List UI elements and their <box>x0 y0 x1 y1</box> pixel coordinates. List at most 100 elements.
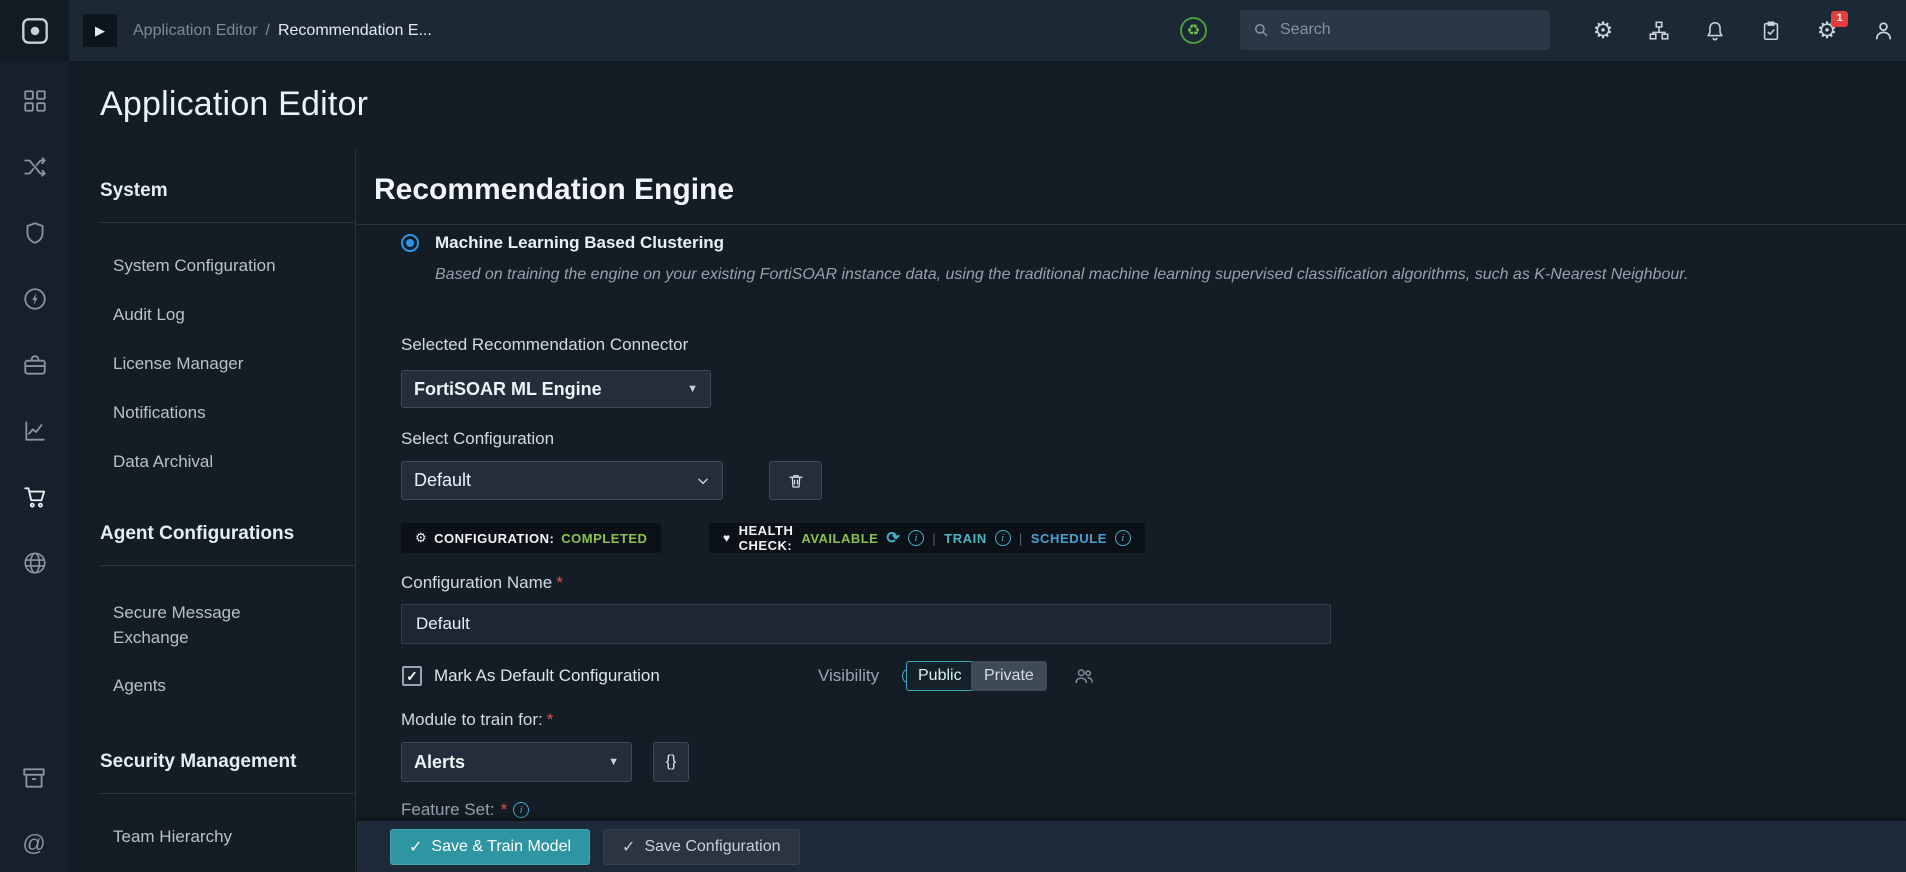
page-header: Application Editor <box>69 61 1906 148</box>
sidebar-section-security-management: Security Management <box>100 751 297 772</box>
sidebar-divider <box>99 222 355 223</box>
gear-icon: ⚙ <box>415 530 428 545</box>
dashboard-grid-icon[interactable] <box>21 87 49 115</box>
sidebar-divider <box>99 565 355 566</box>
config-name-label: Configuration Name * <box>401 573 563 592</box>
required-asterisk: * <box>546 710 554 729</box>
sidebar-item-notifications[interactable]: Notifications <box>69 396 355 430</box>
section-divider <box>357 224 1906 225</box>
sidebar-item-license-manager[interactable]: License Manager <box>69 347 355 381</box>
sidebar-item-team-hierarchy[interactable]: Team Hierarchy <box>69 820 355 854</box>
tasks-clipboard-icon[interactable] <box>1759 19 1783 43</box>
mark-default-label: Mark As Default Configuration <box>434 666 660 685</box>
config-name-input[interactable] <box>401 604 1331 644</box>
bell-icon[interactable] <box>1703 19 1727 43</box>
breadcrumb-parent[interactable]: Application Editor <box>133 22 258 40</box>
visibility-private-button[interactable]: Private <box>971 661 1047 691</box>
briefcase-icon[interactable] <box>21 351 49 379</box>
user-avatar-icon[interactable] <box>1871 19 1895 43</box>
global-search[interactable] <box>1240 10 1550 50</box>
json-editor-button[interactable]: {} <box>653 742 689 782</box>
archive-box-icon[interactable] <box>20 764 48 792</box>
configuration-status-chip: ⚙ CONFIGURATION: COMPLETED <box>401 523 662 553</box>
topbar-icon-group: ⚙ ⚙ 1 <box>1591 0 1895 61</box>
collapse-breadcrumb-button[interactable]: ▶ <box>83 14 117 47</box>
chevron-down-icon <box>698 478 708 484</box>
delete-configuration-button[interactable] <box>769 461 822 500</box>
breadcrumb: Application Editor / Recommendation E... <box>133 0 432 61</box>
recycle-icon: ♻ <box>1186 22 1201 39</box>
module-label: Module to train for: * <box>401 710 554 729</box>
teams-icon[interactable] <box>1073 665 1095 687</box>
bolt-circle-icon[interactable] <box>21 285 49 313</box>
play-icon: ▶ <box>95 22 105 38</box>
sitemap-icon[interactable] <box>1647 19 1671 43</box>
sidebar-item-secure-message-exchange[interactable]: Secure Message Exchange <box>69 600 283 650</box>
app-logo[interactable] <box>0 0 69 61</box>
sidebar-section-agent-configurations: Agent Configurations <box>100 523 295 544</box>
settings-gear-icon[interactable]: ⚙ <box>1591 19 1615 43</box>
sidebar-item-audit-log[interactable]: Audit Log <box>69 298 355 332</box>
save-train-button[interactable]: ✓ Save & Train Model <box>390 828 591 865</box>
braces-icon: {} <box>665 753 677 770</box>
sidebar-item-agents[interactable]: Agents <box>69 669 355 703</box>
visibility-public-button[interactable]: Public <box>906 661 974 691</box>
page-title: Application Editor <box>100 85 369 123</box>
connector-label: Selected Recommendation Connector <box>401 335 689 354</box>
check-icon: ✓ <box>406 667 418 684</box>
mention-at-icon[interactable]: @ <box>20 829 48 857</box>
caret-down-icon: ▼ <box>608 756 619 768</box>
config-select-value: Default <box>414 470 472 490</box>
status-row: ⚙ CONFIGURATION: COMPLETED ♥ HEALTH CHEC… <box>401 523 1146 553</box>
default-visibility-row: ✓ Mark As Default Configuration Visibili… <box>401 656 1886 696</box>
feature-set-row: Feature Set: * i <box>401 799 530 821</box>
search-icon <box>1255 24 1268 37</box>
globe-icon[interactable] <box>21 549 49 577</box>
sidebar-item-system-configuration[interactable]: System Configuration <box>69 249 355 283</box>
cart-icon[interactable] <box>21 483 49 511</box>
mark-default-checkbox[interactable]: ✓ <box>402 666 422 686</box>
ml-clustering-description: Based on training the engine on your exi… <box>435 266 1689 283</box>
feature-set-info-icon[interactable]: i <box>513 802 530 818</box>
top-bar: ▶ Application Editor / Recommendation E.… <box>0 0 1906 61</box>
check-icon: ✓ <box>622 838 636 856</box>
fortisoar-logo-icon <box>21 17 48 44</box>
config-select-label: Select Configuration <box>401 429 555 448</box>
caret-down-icon: ▼ <box>687 383 698 395</box>
section-title: Recommendation Engine <box>374 173 735 206</box>
main-content: Recommendation Engine Machine Learning B… <box>357 148 1906 872</box>
required-asterisk: * <box>500 800 508 819</box>
train-info-icon[interactable]: i <box>994 530 1011 546</box>
configuration-status-label: CONFIGURATION: <box>434 530 555 546</box>
schedule-link[interactable]: SCHEDULE <box>1031 531 1107 546</box>
trash-icon <box>788 474 803 488</box>
config-select-dropdown[interactable]: Default <box>401 461 723 500</box>
health-check-value: AVAILABLE <box>801 530 879 546</box>
ml-clustering-label: Machine Learning Based Clustering <box>435 233 725 252</box>
required-asterisk: * <box>556 573 563 592</box>
save-configuration-button[interactable]: ✓ Save Configuration <box>603 828 800 865</box>
sidebar-item-data-archival[interactable]: Data Archival <box>69 445 355 479</box>
settings-sidebar: System System Configuration Audit Log Li… <box>69 148 356 872</box>
refresh-health-icon[interactable]: ⟳ <box>886 528 900 548</box>
ml-clustering-radio[interactable] <box>401 234 419 252</box>
visibility-label: Visibility <box>818 666 880 685</box>
chart-line-icon[interactable] <box>21 417 49 445</box>
health-check-chip: ♥ HEALTH CHECK: AVAILABLE ⟳ i | TRAIN i … <box>709 523 1146 553</box>
search-input[interactable] <box>1280 21 1538 39</box>
system-gear-icon[interactable]: ⚙ 1 <box>1815 10 1848 43</box>
schedule-info-icon[interactable]: i <box>1115 530 1132 546</box>
sidebar-divider <box>99 793 355 794</box>
train-link[interactable]: TRAIN <box>944 531 987 546</box>
breadcrumb-separator: / <box>265 21 270 39</box>
shield-icon[interactable] <box>21 219 49 247</box>
connector-dropdown[interactable]: FortiSOAR ML Engine ▼ <box>401 370 711 408</box>
module-value: Alerts <box>414 751 466 772</box>
shuffle-icon[interactable] <box>21 153 49 181</box>
system-health-indicator[interactable]: ♻ <box>1180 17 1207 44</box>
check-icon: ✓ <box>409 838 423 856</box>
health-check-label: HEALTH CHECK: <box>738 523 794 553</box>
module-dropdown[interactable]: Alerts ▼ <box>401 742 632 782</box>
configuration-status-value: COMPLETED <box>561 530 648 546</box>
health-info-icon[interactable]: i <box>908 530 925 546</box>
